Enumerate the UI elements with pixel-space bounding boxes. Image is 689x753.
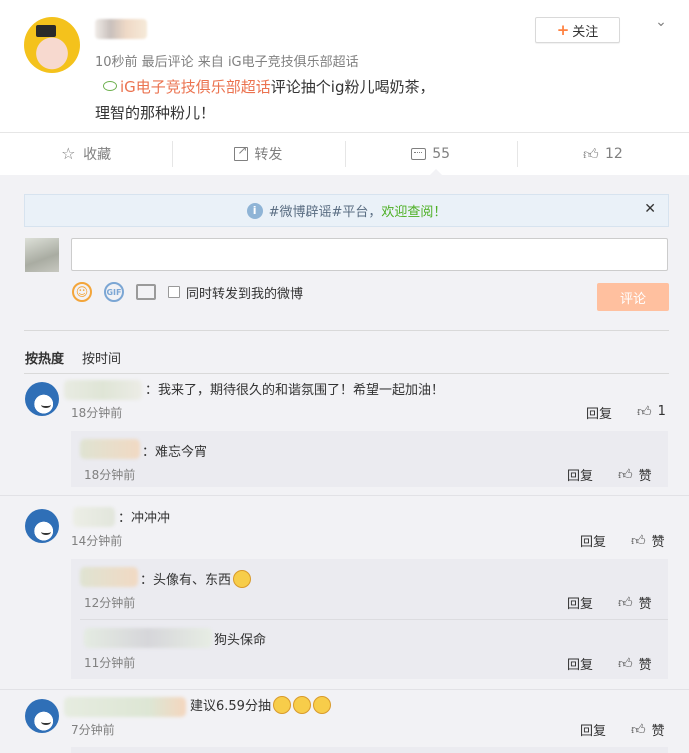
post-text: iG电子竞技俱乐部超话评论抽个ig粉儿喝奶茶， 理智的那种粉儿！ bbox=[95, 74, 475, 126]
rumor-notice: i #微博辟谣#平台， 欢迎查阅！ ✕ bbox=[24, 194, 669, 227]
comment-like-button[interactable]: 👍︎ 赞 bbox=[631, 720, 665, 739]
reply-like-button[interactable]: 👍︎ 赞 bbox=[618, 465, 652, 484]
comment-button[interactable]: 55 bbox=[344, 133, 517, 174]
reply-divider bbox=[80, 619, 668, 620]
comment-time: 18分钟前 bbox=[71, 406, 123, 420]
reply-box bbox=[71, 747, 668, 753]
replier-name-blurred[interactable] bbox=[80, 567, 138, 587]
reply-text: 狗头保命 bbox=[214, 633, 267, 648]
comment-divider bbox=[0, 689, 689, 690]
reply-like-button[interactable]: 👍︎ 赞 bbox=[618, 593, 652, 612]
reply-button[interactable]: 回复 bbox=[580, 720, 606, 739]
comment-text: 建议6.59分抽 bbox=[190, 695, 331, 714]
commenter-name-blurred[interactable] bbox=[64, 697, 186, 717]
commenter-name-blurred[interactable] bbox=[73, 507, 115, 527]
sync-label: 同时转发到我的微博 bbox=[186, 286, 304, 302]
favorite-label: 收藏 bbox=[83, 146, 112, 163]
sort-hot-tab[interactable]: 按热度 bbox=[25, 348, 64, 367]
emoji-icon[interactable]: ☺ bbox=[72, 282, 92, 302]
author-avatar[interactable] bbox=[24, 17, 80, 73]
topic-link[interactable]: iG电子竞技俱乐部超话 bbox=[120, 78, 271, 96]
comment-time: 14分钟前 bbox=[71, 534, 123, 548]
commenter-avatar[interactable] bbox=[25, 382, 59, 416]
thumbs-up-icon: 👍︎ bbox=[618, 656, 633, 672]
reply-text: ：头像有、东西 bbox=[140, 569, 252, 588]
reply-time: 11分钟前 bbox=[84, 656, 136, 670]
info-icon: i bbox=[246, 202, 263, 219]
comment-text: ：冲冲冲 bbox=[118, 511, 171, 526]
follow-label: 关注 bbox=[572, 24, 599, 40]
reply-button[interactable]: 回复 bbox=[567, 593, 593, 612]
reply-button[interactable]: 回复 bbox=[580, 531, 606, 550]
post-text-line2: 理智的那种粉儿！ bbox=[95, 104, 216, 122]
plus-icon: + bbox=[556, 21, 570, 39]
forward-label: 转发 bbox=[254, 146, 283, 163]
thumbs-up-icon: 👍︎ bbox=[631, 722, 646, 738]
reply-time: 18分钟前 bbox=[84, 468, 136, 482]
sort-tabs: 按热度 按时间 bbox=[25, 348, 139, 367]
comment-panel: i #微博辟谣#平台， 欢迎查阅！ ✕ ☺ GIF 同时转发到我的微博 评论 按热… bbox=[0, 175, 689, 753]
thumbs-up-icon: 👍︎ bbox=[618, 467, 633, 483]
comment-time: 7分钟前 bbox=[71, 723, 115, 737]
notice-link[interactable]: 欢迎查阅！ bbox=[381, 201, 446, 220]
replier-name-blurred[interactable] bbox=[80, 439, 140, 459]
reply-button[interactable]: 回复 bbox=[586, 403, 612, 422]
commenter-avatar[interactable] bbox=[25, 699, 59, 733]
doge-emoji-icon bbox=[272, 696, 291, 714]
post-text-line1: 评论抽个ig粉儿喝奶茶， bbox=[270, 78, 435, 96]
my-avatar bbox=[25, 238, 59, 272]
thumbs-up-icon: 👍︎ bbox=[582, 144, 599, 163]
commenter-name-blurred[interactable] bbox=[64, 380, 142, 400]
comment-count: 55 bbox=[432, 145, 451, 162]
comment-like-count: 1 bbox=[657, 404, 666, 419]
thumbs-up-icon: 👍︎ bbox=[637, 404, 652, 420]
divider bbox=[24, 373, 669, 374]
comment-divider bbox=[0, 495, 689, 496]
close-icon[interactable]: ✕ bbox=[644, 201, 656, 217]
follow-button[interactable]: + 关注 bbox=[535, 17, 620, 43]
thumbs-up-icon: 👍︎ bbox=[631, 533, 646, 549]
reply-like-label: 赞 bbox=[638, 597, 652, 612]
supertopic-icon bbox=[103, 81, 117, 91]
comment-like-button[interactable]: 👍︎ 1 bbox=[637, 403, 666, 420]
reply-like-label: 赞 bbox=[638, 658, 652, 673]
comment-icon bbox=[411, 147, 427, 160]
author-name-blurred[interactable] bbox=[95, 19, 147, 39]
commenter-avatar[interactable] bbox=[25, 509, 59, 543]
sort-time-tab[interactable]: 按时间 bbox=[82, 348, 121, 367]
forward-icon bbox=[234, 143, 249, 161]
gif-icon[interactable]: GIF bbox=[104, 282, 124, 302]
action-bar: ☆ 收藏 转发 55 👍︎ 12 bbox=[0, 132, 689, 174]
like-count: 12 bbox=[604, 145, 623, 162]
replier-name-blurred[interactable] bbox=[84, 628, 212, 648]
star-icon: ☆ bbox=[61, 143, 76, 163]
comment-like-button[interactable]: 👍︎ 赞 bbox=[631, 531, 665, 550]
chevron-down-icon[interactable]: ⌄ bbox=[652, 14, 670, 30]
compose-tools: ☺ GIF 同时转发到我的微博 bbox=[72, 282, 303, 302]
favorite-button[interactable]: ☆ 收藏 bbox=[0, 133, 172, 174]
image-icon[interactable] bbox=[136, 284, 156, 300]
comment-like-label: 赞 bbox=[651, 724, 665, 739]
reply-button[interactable]: 回复 bbox=[567, 465, 593, 484]
comment-like-label: 赞 bbox=[651, 535, 665, 550]
forward-button[interactable]: 转发 bbox=[172, 133, 344, 174]
reply-like-button[interactable]: 👍︎ 赞 bbox=[618, 654, 652, 673]
weibo-post: 10秒前 最后评论 来自 iG电子竞技俱乐部超话 iG电子竞技俱乐部超话评论抽个… bbox=[0, 0, 689, 132]
reply-button[interactable]: 回复 bbox=[567, 654, 593, 673]
reply-like-label: 赞 bbox=[638, 469, 652, 484]
comment-input[interactable] bbox=[71, 238, 668, 271]
comment-text: ：我来了，期待很久的和谐氛围了！希望一起加油！ bbox=[145, 383, 445, 398]
submit-comment-button[interactable]: 评论 bbox=[597, 283, 669, 311]
reply-text: ：难忘今宵 bbox=[142, 445, 208, 460]
divider bbox=[24, 330, 669, 331]
post-meta: 10秒前 最后评论 来自 iG电子竞技俱乐部超话 bbox=[95, 55, 359, 70]
doge-emoji-icon bbox=[233, 570, 252, 588]
reply-time: 12分钟前 bbox=[84, 596, 136, 610]
doge-emoji-icon bbox=[312, 696, 331, 714]
sync-checkbox[interactable] bbox=[168, 286, 180, 298]
notice-text: #微博辟谣#平台， bbox=[268, 205, 382, 220]
thumbs-up-icon: 👍︎ bbox=[618, 595, 633, 611]
like-button[interactable]: 👍︎ 12 bbox=[516, 133, 689, 174]
doge-emoji-icon bbox=[292, 696, 311, 714]
